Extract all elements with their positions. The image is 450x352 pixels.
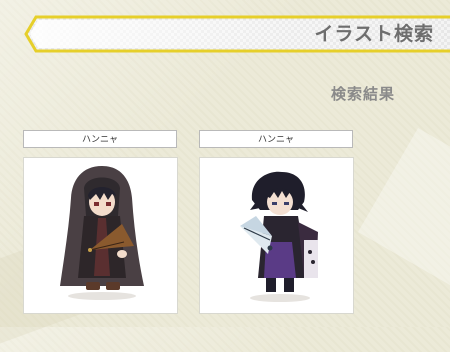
hooded-character-illustration xyxy=(60,166,144,300)
page-header-banner: イラスト検索 xyxy=(24,15,450,53)
result-card-label: ハンニャ xyxy=(23,130,177,148)
result-card-illustration[interactable] xyxy=(199,157,354,314)
page-title: イラスト検索 xyxy=(314,23,434,45)
result-card-illustration[interactable] xyxy=(23,157,178,314)
dark-haired-character-illustration xyxy=(240,171,318,302)
results-heading: 検索結果 xyxy=(331,85,396,103)
result-card-label: ハンニャ xyxy=(199,130,353,148)
background-shard xyxy=(358,128,450,292)
